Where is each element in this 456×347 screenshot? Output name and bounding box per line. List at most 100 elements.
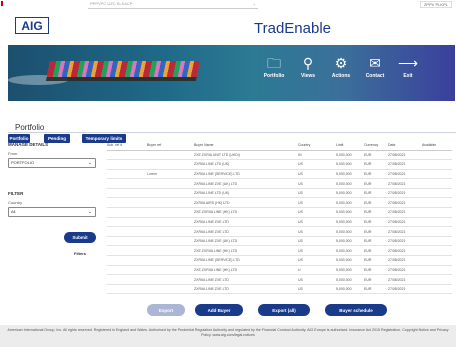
table-cell: EUR — [364, 169, 388, 180]
table-cell: ZXRIIA LINE ZXE LTD — [194, 226, 298, 237]
table-cell — [107, 255, 147, 266]
table-row[interactable]: ZXRIIA LINE LTD (UK) US 5,000,000 EUR 27/08/… — [107, 159, 452, 170]
filters-link[interactable]: Filters — [74, 251, 86, 256]
export-button[interactable]: Export — [147, 304, 185, 316]
table-cell: US — [298, 284, 336, 295]
table-row[interactable]: ZXRIIA LINE ZXE LTD US 5,000,000 EUR 27/08/2… — [107, 226, 452, 237]
table-cell: EUR — [364, 255, 388, 266]
add-buyer-button[interactable]: Add Buyer — [195, 304, 243, 316]
table-row[interactable]: ZXRIIA LINE ZXE LTD US 5,000,000 EUR 27/08/2… — [107, 284, 452, 295]
table-cell — [147, 245, 194, 257]
table-cell: US — [298, 236, 336, 247]
table-cell: 5,000,000 — [336, 274, 364, 285]
table-row[interactable]: ZXE ZXRIIA LINE (HK) LTD US 5,000,000 EUR 27… — [107, 207, 452, 218]
table-cell: EUR — [364, 178, 388, 189]
table-cell: 27/08/2021 — [388, 207, 422, 218]
table-cell: EUR — [364, 236, 388, 247]
table-cell: ZXRIIA LINE (SERVICE) LTD — [194, 255, 298, 266]
table-cell: ZXRIIA LINE ZXE (UK) LTD — [194, 236, 298, 247]
table-cell: 5,000,000 — [336, 217, 364, 228]
table-cell: EUR — [364, 274, 388, 285]
export-all-button[interactable]: Export (all) — [258, 304, 310, 316]
table-cell: 27/08/2021 — [388, 169, 422, 180]
alert-indicator — [1, 1, 3, 6]
buyer-schedule-button[interactable]: Buyer schedule — [325, 304, 387, 316]
country-select-value: All — [11, 209, 16, 214]
table-cell: ZXRIIA LINE ZXE LTD — [194, 217, 298, 228]
table-cell — [107, 178, 147, 189]
col-buyer-ref[interactable]: Buyer ref — [147, 141, 194, 151]
external-link-button[interactable]: ZPPV PLKPL — [419, 1, 452, 8]
col-country[interactable]: Country — [298, 141, 336, 151]
table-row[interactable]: ZXRIIA LINE ZXE LTD US 5,000,000 EUR 27/08/2… — [107, 217, 452, 228]
table-cell — [107, 217, 147, 228]
table-cell — [422, 150, 452, 161]
table-cell — [422, 178, 452, 189]
entity-selector[interactable]: PPPVPC UZC KLKACP ⌄ — [88, 1, 258, 9]
table-cell — [147, 274, 194, 285]
table-cell — [107, 284, 147, 295]
table-body: ZXE ZXRIA UNIT LTD (UKDI) IN 5,000,000 EUR 2… — [107, 150, 452, 295]
col-date[interactable]: Date — [388, 141, 422, 151]
table-cell: 27/08/2021 — [388, 236, 422, 247]
table-cell — [107, 245, 147, 257]
table-cell — [107, 159, 147, 170]
table-cell — [147, 265, 194, 276]
table-cell: 27/08/2021 — [388, 150, 422, 161]
table-cell — [422, 188, 452, 199]
table-cell — [107, 226, 147, 237]
col-sub-ref[interactable]: Sub. ref # — [107, 141, 147, 151]
table-row[interactable]: ZXE ZXRIIA LINE (HK) LTD US 5,000,000 EUR 27… — [107, 245, 452, 257]
table-row[interactable]: ZXE ZXRIA UNIT LTD (UKDI) IN 5,000,000 EUR 2… — [107, 150, 452, 161]
table-cell: EUR — [364, 217, 388, 228]
table-row[interactable]: ZXE ZXRIIA LINE (HK) LTD U 5,000,000 EUR 27/… — [107, 265, 452, 276]
table-cell: 5,000,000 — [336, 159, 364, 170]
table-cell: 5,000,000 — [336, 255, 364, 266]
table-cell: ZXE ZXRIIA LINE (HK) LTD — [194, 265, 298, 276]
table-cell: US — [298, 207, 336, 218]
add-buyer-button-label: Add Buyer — [207, 307, 231, 313]
table-cell: Lorem — [147, 169, 194, 180]
table-cell: EUR — [364, 159, 388, 170]
submit-button[interactable]: Submit — [64, 232, 96, 243]
top-bar: PPPVPC UZC KLKACP ⌄ ZPPV PLKPL — [0, 0, 456, 10]
table-cell: IN — [298, 150, 336, 161]
table-row[interactable]: ZXRIIA LINE ZXE LTD US 5,000,000 EUR 27/08/2… — [107, 274, 452, 285]
table-cell: 5,000,000 — [336, 226, 364, 237]
table-row[interactable]: ZXRIIA AIRS (HK) LTD US 5,000,000 EUR 27/08/… — [107, 197, 452, 209]
col-buyer-name[interactable]: Buyer Name — [194, 141, 298, 151]
table-cell: ZXRIIA LINE ZXE (UK) LTD — [194, 178, 298, 189]
table-cell — [107, 188, 147, 199]
col-currency[interactable]: Currency — [364, 141, 388, 151]
table-cell: 27/08/2021 — [388, 178, 422, 189]
table-cell — [422, 236, 452, 247]
table-cell: EUR — [364, 284, 388, 295]
table-cell: US — [298, 217, 336, 228]
table-cell: US — [298, 255, 336, 266]
table-row[interactable]: ZXRIIA LINE LTD (UK) US 5,000,000 EUR 27/08/… — [107, 188, 452, 199]
table-row[interactable]: ZXRIIA LINE (SERVICE) LTD US 5,000,000 EUR 2… — [107, 255, 452, 266]
table-cell: 27/08/2021 — [388, 217, 422, 228]
table-cell — [422, 265, 452, 276]
nav-exit[interactable]: ⟶ Exit — [388, 55, 428, 79]
table-row[interactable]: ZXRIIA LINE ZXE (UK) LTD US 5,000,000 EUR 27… — [107, 178, 452, 189]
table-cell: 27/08/2021 — [388, 265, 422, 276]
table-cell: US — [298, 197, 336, 209]
table-cell — [422, 274, 452, 285]
country-select[interactable]: All ⌄ — [8, 207, 96, 217]
table-row[interactable]: Lorem ZXRIIA LINE (SERVICE) LTD US 5,000,00… — [107, 169, 452, 180]
table-cell: ZXE ZXRIIA LINE (HK) LTD — [194, 207, 298, 218]
table-cell — [147, 197, 194, 209]
table-cell: EUR — [364, 245, 388, 257]
entity-selector-value: PPPVPC UZC KLKACP — [90, 1, 133, 6]
col-available[interactable]: Available — [422, 141, 452, 151]
from-select[interactable]: PORTFOLIO ⌄ — [8, 158, 96, 168]
table-cell: US — [298, 159, 336, 170]
cargo-ship-image — [45, 61, 201, 81]
table-row[interactable]: ZXRIIA LINE ZXE (UK) LTD US 5,000,000 EUR 27… — [107, 236, 452, 247]
table-cell — [107, 265, 147, 276]
col-limit[interactable]: Limit — [336, 141, 364, 151]
table-cell — [107, 197, 147, 209]
table-cell: 27/08/2021 — [388, 159, 422, 170]
table-cell: 27/08/2021 — [388, 226, 422, 237]
